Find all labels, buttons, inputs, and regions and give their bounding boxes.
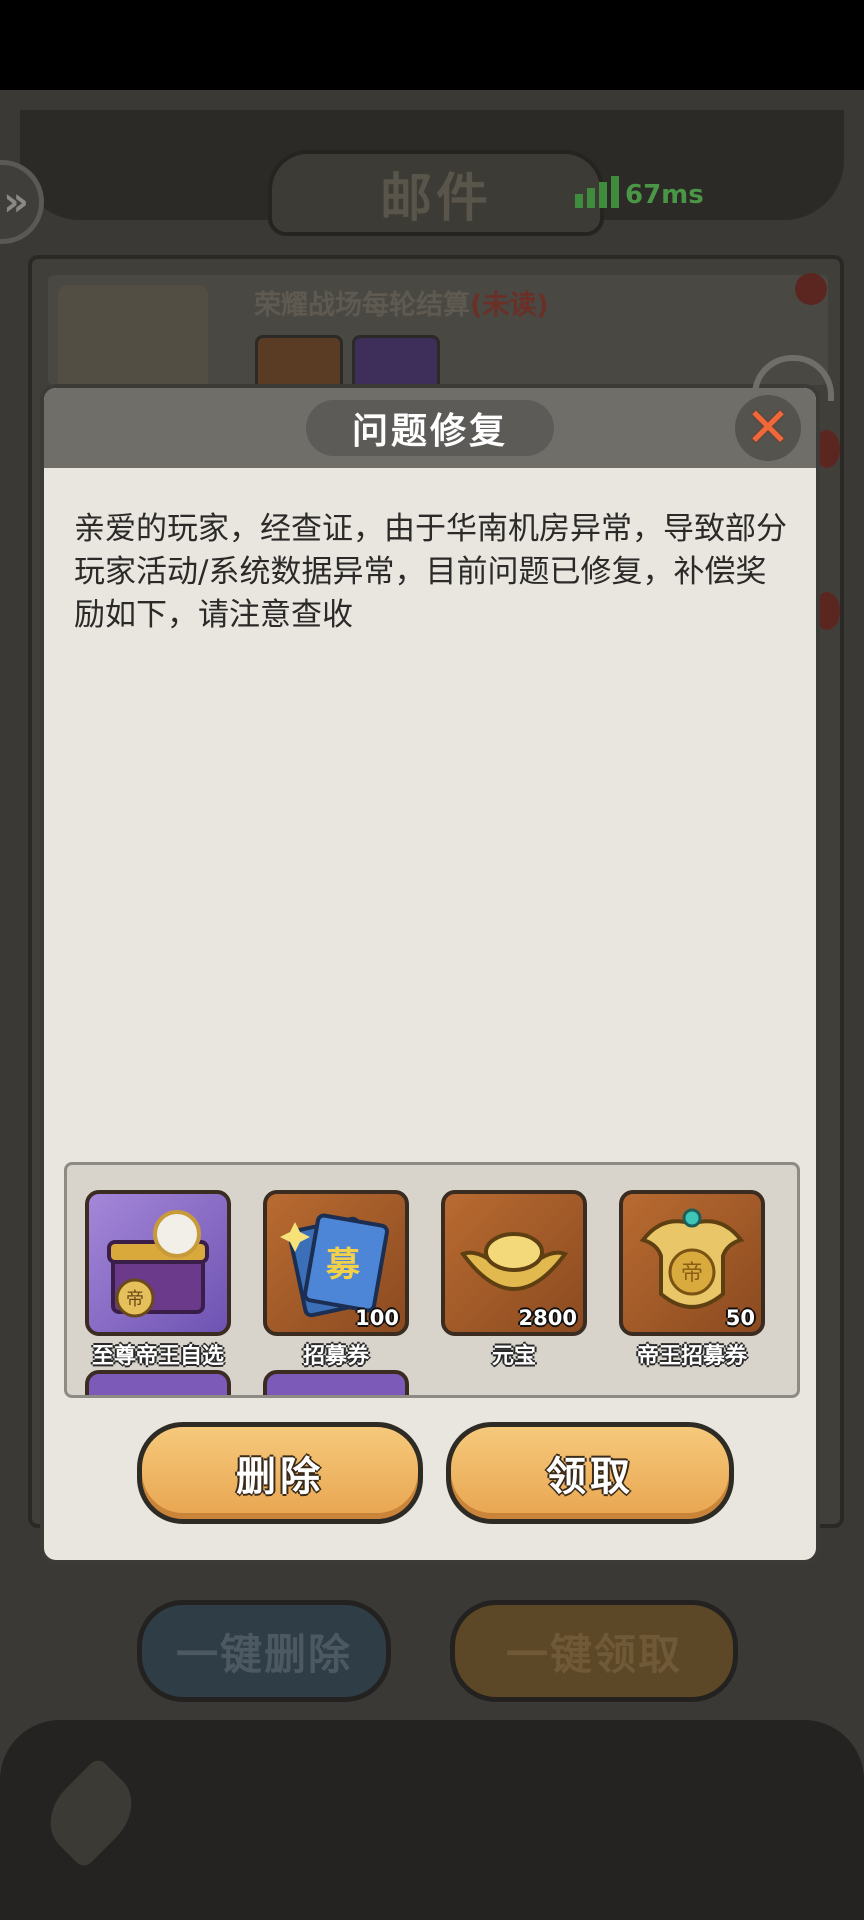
unread-badge: (未读)	[470, 290, 549, 321]
delete-button-label: 删除	[236, 1454, 324, 1500]
reward-quantity: 2800	[518, 1306, 577, 1330]
reward-list: 帝 至尊帝王自选 募 100 招募券 2800 元宝 帝 50 帝王招募券	[64, 1162, 800, 1398]
status-bar	[0, 0, 864, 90]
dialog-title-plate: 问题修复	[306, 400, 554, 456]
delete-all-button[interactable]: 一键删除	[137, 1600, 391, 1702]
mail-item-title: 荣耀战场每轮结算(未读)	[254, 290, 549, 321]
new-mail-dot-icon	[814, 592, 840, 630]
svg-text:帝: 帝	[681, 1261, 703, 1286]
reward-name: 招募券	[302, 1344, 369, 1369]
reward-item-partial[interactable]	[85, 1370, 231, 1395]
svg-text:募: 募	[325, 1245, 361, 1285]
claim-button[interactable]: 领取	[446, 1422, 734, 1524]
svg-text:帝: 帝	[126, 1289, 144, 1310]
reward-quantity: 50	[725, 1306, 755, 1330]
mail-message-body: 亲爱的玩家，经查证，由于华南机房异常，导致部分玩家活动/系统数据异常，目前问题已…	[74, 511, 787, 633]
new-mail-dot-icon	[814, 430, 840, 468]
bottom-nav-bar	[0, 1720, 864, 1920]
new-mail-dot-icon	[795, 273, 827, 305]
reward-quantity: 100	[355, 1306, 399, 1330]
reward-item-partial[interactable]	[263, 1370, 409, 1395]
reward-name: 元宝	[491, 1344, 536, 1369]
mail-sender-avatar	[58, 285, 208, 395]
reward-name: 至尊帝王自选	[91, 1344, 224, 1369]
delete-button[interactable]: 删除	[137, 1422, 423, 1524]
recruit-ticket-icon: 募 100	[263, 1190, 409, 1336]
mail-title-plate: 邮件	[268, 150, 604, 236]
close-icon: ✕	[745, 396, 791, 459]
reward-name: 帝王招募券	[636, 1344, 747, 1369]
mail-screen-title: 邮件	[379, 168, 492, 229]
claim-all-button[interactable]: 一键领取	[450, 1600, 738, 1702]
double-chevron-icon: »	[3, 179, 29, 225]
dialog-title: 问题修复	[351, 411, 508, 452]
ping-value: 67ms	[625, 180, 704, 210]
signal-bars-icon	[575, 176, 619, 208]
gold-ingot-icon: 2800	[441, 1190, 587, 1336]
emperor-token-icon: 帝 50	[619, 1190, 765, 1336]
close-button[interactable]: ✕	[735, 395, 801, 461]
treasure-chest-icon: 帝	[85, 1190, 231, 1336]
claim-button-label: 领取	[546, 1454, 634, 1500]
